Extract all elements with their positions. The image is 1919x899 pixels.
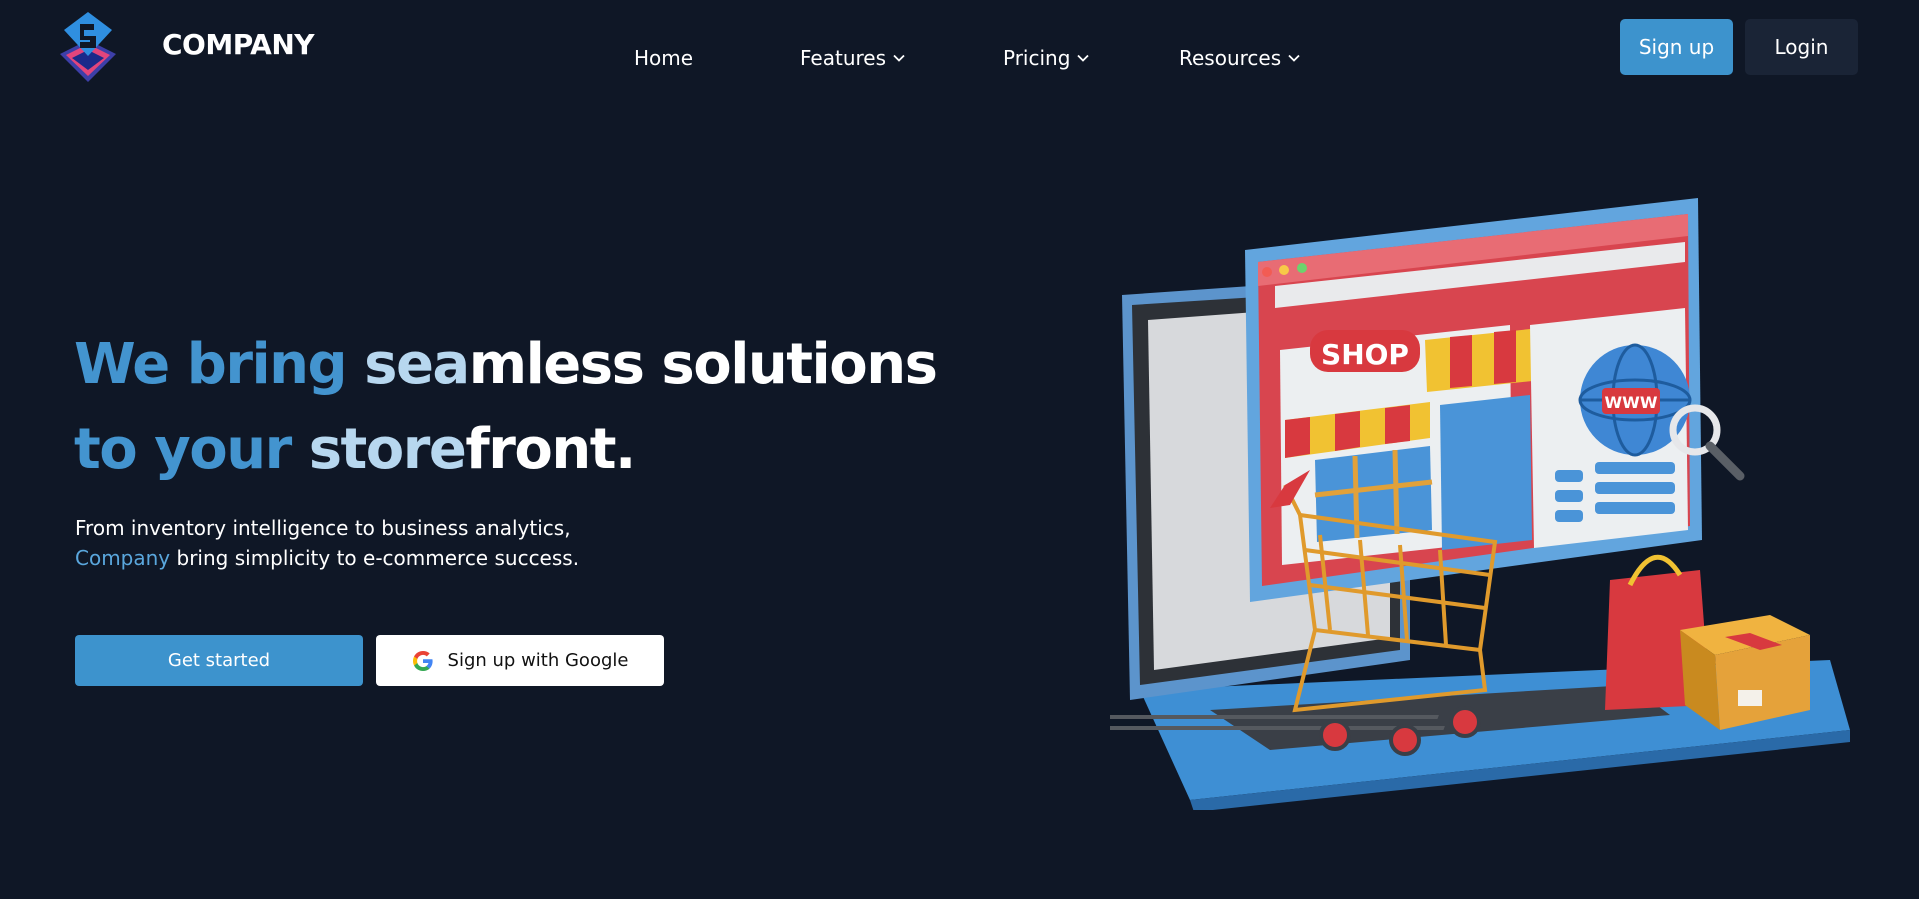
headline-part-2: sea: [364, 332, 470, 397]
headline-part-6: front.: [465, 417, 636, 482]
shop-sign-text: SHOP: [1321, 338, 1409, 371]
globe-label-text: WWW: [1605, 393, 1658, 412]
nav-pricing-label: Pricing: [1003, 46, 1071, 70]
nav-pricing[interactable]: Pricing: [1003, 46, 1090, 70]
headline-part-5: store: [308, 417, 467, 482]
subtitle-line-2: bring simplicity to e-commerce success.: [170, 546, 580, 570]
google-signup-button[interactable]: Sign up with Google: [376, 635, 664, 686]
google-signup-label: Sign up with Google: [447, 650, 629, 671]
headline-part-3: mless solutions: [468, 332, 938, 397]
headline-part-4: to your: [74, 417, 309, 482]
nav-home[interactable]: Home: [634, 46, 693, 70]
nav-home-label: Home: [634, 46, 694, 70]
company-logo-icon[interactable]: [58, 10, 118, 82]
chevron-down-icon: [893, 54, 905, 62]
get-started-button[interactable]: Get started: [75, 635, 363, 686]
ecommerce-illustration: SHOP WWW: [1047, 190, 1860, 812]
chevron-down-icon: [1077, 54, 1090, 62]
signup-button[interactable]: Sign up: [1620, 19, 1733, 75]
chevron-down-icon: [1288, 54, 1300, 62]
subtitle-line-1: From inventory intelligence to business …: [75, 516, 571, 540]
nav-features[interactable]: Features: [800, 46, 905, 70]
brand-name[interactable]: COMPANY: [162, 28, 315, 61]
nav-features-label: Features: [800, 46, 886, 70]
subtitle-brand: Company: [75, 546, 171, 570]
headline-part-1: We bring: [74, 332, 365, 397]
nav-resources-label: Resources: [1179, 46, 1282, 70]
login-button[interactable]: Login: [1745, 19, 1858, 75]
nav-resources[interactable]: Resources: [1179, 46, 1300, 70]
hero-subtitle: From inventory intelligence to business …: [75, 513, 579, 573]
hero-headline: We bring seamless solutions to your stor…: [74, 322, 938, 492]
google-g-icon: [412, 650, 433, 671]
